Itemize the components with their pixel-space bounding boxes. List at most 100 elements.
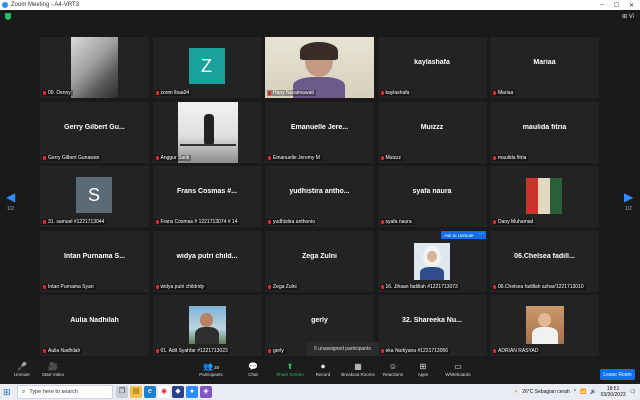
- participant-label-text: 06.Chelsea fadillah azhar/1221713010: [498, 283, 584, 290]
- participant-tile[interactable]: widya putri child... widya putri childrid…: [152, 230, 262, 292]
- video-label: Start Video: [41, 372, 65, 377]
- participants-button[interactable]: 👥28 Participants: [191, 362, 231, 377]
- security-shield-icon[interactable]: [5, 13, 11, 20]
- app-icon[interactable]: ◆: [172, 386, 184, 398]
- participant-tile[interactable]: syafa naura syafa naura: [377, 166, 487, 227]
- participant-tile[interactable]: 16. Jihaan fadillah #1221713073: [377, 230, 487, 292]
- breakout-button[interactable]: ▦ Breakout Rooms: [338, 362, 378, 377]
- edge-icon[interactable]: e: [144, 386, 156, 398]
- participant-label-text: Zega Zulni: [273, 283, 297, 290]
- muted-mic-icon: [43, 349, 46, 353]
- participant-label-text: syafa naura: [385, 219, 412, 225]
- participant-label-text: 31. samuel #1221713044: [48, 219, 105, 225]
- participant-label-text: Dany Muhamad: [498, 219, 534, 225]
- participant-label: Aulia Nadhilah: [42, 348, 83, 354]
- participant-label: Mariaa: [492, 90, 516, 96]
- participant-label-text: ADRIAN RASYAD: [498, 348, 539, 354]
- participant-label: 09. Denny: [42, 90, 73, 96]
- participant-tile[interactable]: Zzoom lbaa04: [152, 37, 262, 98]
- tray-chevron-icon[interactable]: ^: [574, 389, 576, 395]
- participant-label-text: Hany Nuraimawati: [273, 90, 314, 96]
- prev-page-arrow-icon[interactable]: ◀: [6, 190, 15, 204]
- participant-tile[interactable]: Muizzz Muizzz: [377, 101, 487, 163]
- participants-label: Participants: [199, 372, 223, 377]
- participant-tile[interactable]: Emanuelle Jere... Emanuelle Jeremy M: [265, 101, 374, 163]
- minimize-button[interactable]: –: [600, 2, 603, 9]
- unmute-icon: 🎤: [17, 362, 27, 371]
- chat-button[interactable]: 💬 Chat: [233, 362, 273, 377]
- participant-tile[interactable]: Anggur Santi: [152, 101, 262, 163]
- apps-button[interactable]: ⊞ Apps: [403, 362, 443, 377]
- participant-tile[interactable]: Intan Purnama S... Intan Purnama Syari: [40, 230, 149, 292]
- zoom-taskbar-icon[interactable]: ●: [186, 386, 198, 398]
- tile-more-button[interactable]: ···: [477, 231, 486, 239]
- reactions-icon: ☺: [388, 362, 398, 371]
- task-view-icon[interactable]: ❐: [116, 386, 128, 398]
- weather-icon: ☀: [513, 389, 519, 395]
- participant-tile[interactable]: kaylashafa kaylashafa: [377, 37, 487, 98]
- participant-name-display: kaylashafa: [414, 59, 450, 66]
- participant-tile[interactable]: ADRIAN RASYAD: [490, 295, 599, 356]
- apps-label: Apps: [417, 372, 429, 377]
- participant-tile[interactable]: maulida fitria maulida fitria: [490, 101, 599, 163]
- participant-name-display: Intan Purnama S...: [63, 252, 126, 260]
- network-icon[interactable]: 📶: [580, 389, 586, 395]
- unassigned-participants-banner[interactable]: 5 unassigned participants: [306, 342, 379, 356]
- leave-room-button[interactable]: Leave Room: [600, 369, 635, 380]
- whiteboards-icon: ▭: [454, 362, 462, 371]
- meeting-bar: [0, 10, 640, 24]
- maximize-button[interactable]: ☐: [614, 2, 619, 9]
- ask-to-unmute-button[interactable]: Ask to Unmute: [441, 231, 477, 239]
- participant-name-display: Mariaa: [533, 59, 556, 66]
- muted-mic-icon: [155, 91, 159, 95]
- reactions-label: Reactions: [382, 372, 403, 377]
- notifications-icon[interactable]: 🗨: [630, 389, 636, 395]
- volume-icon[interactable]: 🔊: [590, 389, 596, 395]
- weather-text[interactable]: 26°C Sebagian cerah: [522, 389, 570, 395]
- app2-icon[interactable]: ◈: [200, 386, 212, 398]
- clock-date: 03/30/2023: [600, 392, 626, 398]
- participant-photo: [526, 306, 564, 344]
- close-button[interactable]: ✕: [629, 2, 634, 9]
- taskbar-search-box[interactable]: ⌕ Type here to search: [17, 385, 113, 399]
- windows-taskbar: ⊞ ⌕ Type here to search ❐ ▤ e ◉ ◆ ● ◈ ☀ …: [0, 384, 640, 400]
- muted-mic-icon: [493, 284, 496, 289]
- breakout-label: Breakout Rooms: [341, 372, 375, 377]
- participant-label: maulida fitria: [492, 154, 529, 161]
- windows-start-icon[interactable]: ⊞: [3, 387, 13, 397]
- participant-tile[interactable]: Mariaa Mariaa: [490, 37, 599, 98]
- video-button[interactable]: 🎥 Start Video: [33, 362, 73, 377]
- clock[interactable]: 18:51 03/30/2023: [601, 386, 626, 398]
- whiteboards-button[interactable]: ▭ Whiteboards: [438, 362, 478, 377]
- participant-label-text: 09. Denny: [48, 90, 71, 96]
- participant-label: Intan Purnama Syari: [42, 283, 96, 290]
- participant-name-display: 06.Chelsea fadill...: [514, 252, 575, 260]
- participant-tile[interactable]: Gerry Gilbert Gu... Gerry Gilbert Gunawan: [40, 101, 149, 163]
- participant-tile[interactable]: 01. Adit Syahfar #1221713023: [152, 295, 262, 356]
- next-page-arrow-icon[interactable]: ▶: [624, 190, 633, 204]
- participant-label-text: kaylashafa: [385, 90, 410, 96]
- participant-tile[interactable]: Dany Muhamad: [490, 166, 599, 227]
- participant-tile[interactable]: Frans Cosmas #... Frans Cosmas # 12217130…: [152, 166, 262, 227]
- file-explorer-icon[interactable]: ▤: [130, 386, 142, 398]
- view-button[interactable]: ⊞ Vi: [622, 13, 634, 20]
- participant-tile[interactable]: Aulia Nadhilah Aulia Nadhilah: [40, 295, 149, 356]
- record-button[interactable]: ⏺ Record: [303, 362, 343, 377]
- chrome-icon[interactable]: ◉: [158, 386, 170, 398]
- participant-tile[interactable]: yudhistira antho... yudhistira anthonio: [265, 166, 374, 227]
- record-icon: ⏺: [321, 362, 325, 371]
- participant-label: Anggur Santi: [154, 154, 192, 161]
- participant-tile[interactable]: S 31. samuel #1221713044: [40, 166, 149, 227]
- participant-tile[interactable]: 06.Chelsea fadill... 06.Chelsea fadillah …: [490, 230, 599, 292]
- participant-tile[interactable]: Zega Zulni Zega Zulni: [265, 230, 374, 292]
- muted-mic-icon: [268, 349, 271, 353]
- participant-tile[interactable]: 32. Shareeka Nu... eka Nurliyana #1221713…: [377, 295, 487, 356]
- participant-tile[interactable]: Hany Nuraimawati: [265, 37, 374, 98]
- muted-mic-icon: [43, 220, 46, 224]
- participant-label-text: Gerry Gilbert Gunawan: [48, 154, 100, 161]
- participant-name-display: Frans Cosmas #...: [177, 188, 237, 195]
- participant-video: [265, 37, 374, 98]
- chat-icon: 💬: [248, 362, 258, 371]
- participant-label: Frans Cosmas # 1221713074 # 14: [154, 219, 240, 225]
- participant-tile[interactable]: 09. Denny: [40, 37, 149, 98]
